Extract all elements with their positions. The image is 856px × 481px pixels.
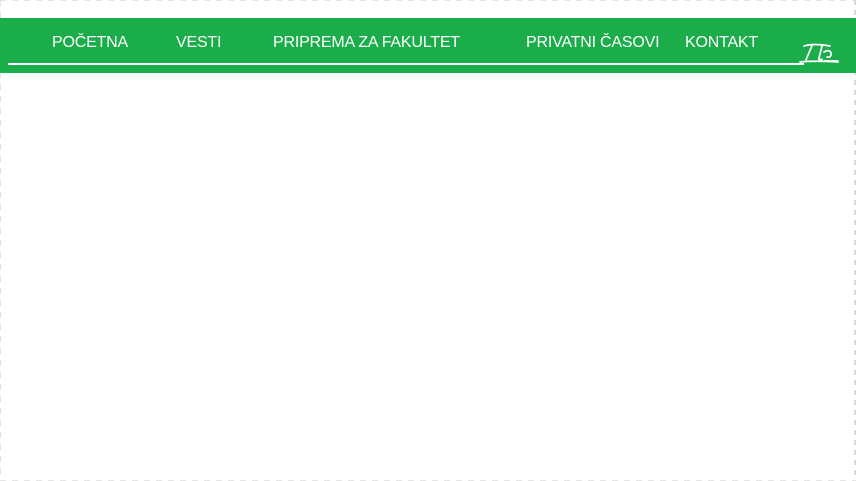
top-navigation-bar: POČETNA VESTI PRIPREMA ZA FAKULTET PRIVA… — [0, 18, 856, 73]
page: POČETNA VESTI PRIPREMA ZA FAKULTET PRIVA… — [0, 0, 856, 481]
nav-item-vesti[interactable]: VESTI — [176, 32, 221, 54]
nav-item-kontakt[interactable]: KONTAKT — [685, 32, 758, 54]
pi-logo-icon[interactable] — [796, 40, 840, 68]
nav-item-priprema-za-fakultet[interactable]: PRIPREMA ZA FAKULTET — [273, 32, 460, 54]
nav-underline-divider — [8, 63, 804, 65]
page-edge-top — [0, 0, 856, 1]
nav-item-privatni-casovi[interactable]: PRIVATNI ČASOVI — [526, 32, 660, 54]
nav-item-pocetna[interactable]: POČETNA — [52, 32, 128, 54]
